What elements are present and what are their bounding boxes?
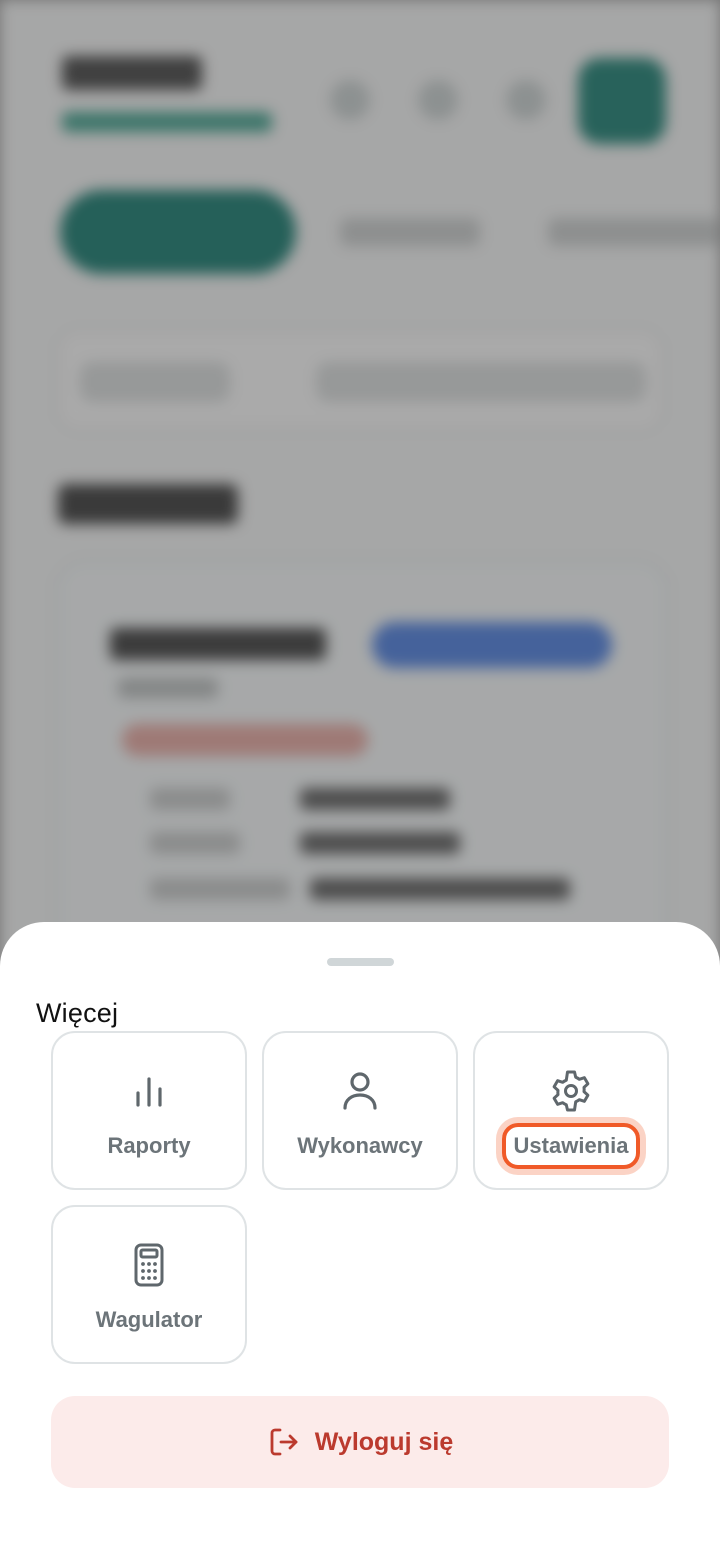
more-bottom-sheet: Więcej Raporty Wykonawcy Ustawienia Wagu… — [0, 922, 720, 1561]
sheet-title: Więcej — [36, 998, 119, 1028]
user-icon — [336, 1067, 384, 1115]
tile-wykonawcy[interactable]: Wykonawcy — [262, 1031, 458, 1190]
highlight-ring: Ustawienia — [501, 1123, 641, 1169]
tile-wagulator[interactable]: Wagulator — [51, 1205, 247, 1364]
logout-icon — [267, 1425, 301, 1459]
drag-handle[interactable] — [327, 958, 394, 966]
logout-label: Wyloguj się — [314, 1427, 454, 1456]
tile-raporty[interactable]: Raporty — [51, 1031, 247, 1190]
tile-ustawienia[interactable]: Ustawienia — [473, 1031, 669, 1190]
screen: Więcej Raporty Wykonawcy Ustawienia Wagu… — [0, 0, 720, 1561]
calculator-icon — [125, 1241, 173, 1289]
gear-icon — [547, 1067, 595, 1115]
tile-label: Raporty — [107, 1133, 191, 1158]
tile-label: Wagulator — [95, 1307, 203, 1332]
logout-button[interactable]: Wyloguj się — [51, 1396, 669, 1488]
tile-label: Ustawienia — [475, 1123, 667, 1169]
bar-chart-icon — [125, 1067, 173, 1115]
tile-label: Wykonawcy — [297, 1133, 423, 1158]
